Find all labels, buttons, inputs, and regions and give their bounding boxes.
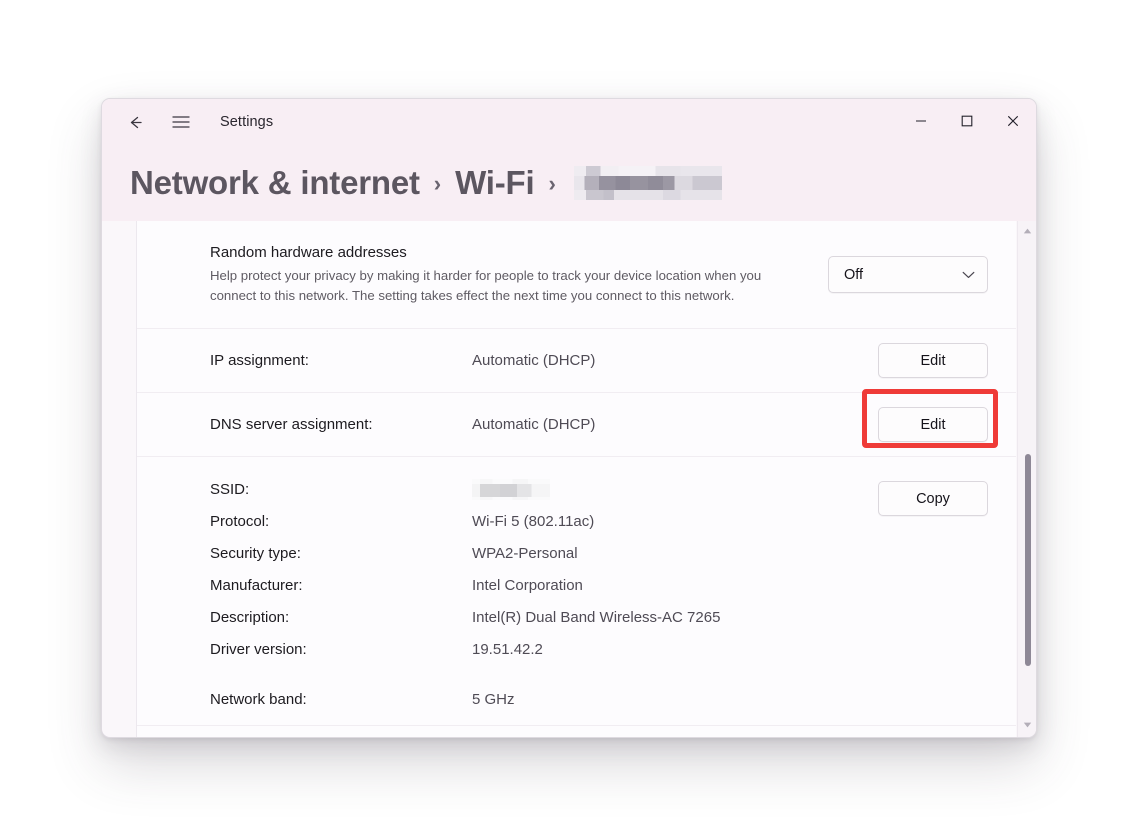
triangle-up-icon [1023,228,1031,234]
ip-assignment-label: IP assignment: [210,352,309,369]
random-hardware-text: Random hardware addresses Help protect y… [210,242,828,306]
random-hardware-dropdown-value: Off [844,266,864,283]
arrow-left-icon [130,116,142,128]
settings-window: Settings Network & internet › Wi-Fi › Ra… [101,98,1037,738]
property-value-ssid-redacted [472,478,550,500]
property-row-description: Description: Intel(R) Dual Band Wireless… [210,601,850,633]
copy-button-wrap: Copy [878,457,1016,516]
property-row-ssid: SSID: [210,473,850,505]
chevron-down-icon [962,268,975,282]
property-value: Wi-Fi 5 (802.11ac) [472,512,595,530]
scrollbar-thumb[interactable] [1025,454,1031,666]
dns-assignment-edit-button[interactable]: Edit [878,407,988,442]
breadcrumb-item-wifi[interactable]: Wi-Fi [455,164,535,202]
breadcrumb: Network & internet › Wi-Fi › [130,155,1016,211]
screenshot-canvas: Settings Network & internet › Wi-Fi › Ra… [0,0,1135,836]
property-row-security-type: Security type: WPA2-Personal [210,537,850,569]
scroll-down-button[interactable] [1018,717,1036,733]
dns-assignment-edit-wrap: Edit [862,389,998,448]
property-key: Protocol: [210,512,270,530]
close-button[interactable] [990,99,1036,143]
triangle-down-icon [1023,722,1031,728]
network-band-value: 5 GHz [472,690,515,708]
dns-assignment-row: DNS server assignment: Automatic (DHCP) … [137,389,1016,457]
dns-assignment-label: DNS server assignment: [210,416,373,433]
property-key: Manufacturer: [210,576,303,594]
property-value: WPA2-Personal [472,544,578,562]
hamburger-menu-icon [172,116,190,128]
minimize-button[interactable] [898,99,944,143]
settings-content-panel: Random hardware addresses Help protect y… [136,221,1016,737]
ip-assignment-edit-button[interactable]: Edit [878,343,988,378]
network-properties-list: SSID: Protocol: Wi-Fi 5 (802.11ac) Secur… [137,457,878,725]
property-row-manufacturer: Manufacturer: Intel Corporation [210,569,850,601]
close-icon [1007,115,1019,127]
property-value: 19.51.42.2 [472,640,543,658]
hamburger-menu-button[interactable] [162,107,200,137]
ip-assignment-row: IP assignment: Automatic (DHCP) Edit [137,329,1016,393]
breadcrumb-separator: › [433,171,442,196]
breadcrumb-separator: › [548,171,556,196]
back-button[interactable] [116,107,154,137]
vertical-scrollbar[interactable] [1017,221,1036,737]
random-hardware-addresses-row: Random hardware addresses Help protect y… [137,221,1016,329]
property-key: Security type: [210,544,301,562]
property-key: SSID: [210,480,250,498]
dns-assignment-value: Automatic (DHCP) [472,416,596,433]
network-band-label: Network band: [210,690,307,708]
property-value: Intel(R) Dual Band Wireless-AC 7265 [472,608,721,626]
breadcrumb-item-network[interactable]: Network & internet [130,164,420,202]
property-value: Intel Corporation [472,576,583,594]
window-controls [898,99,1036,143]
property-row-driver-version: Driver version: 19.51.42.2 [210,633,850,665]
network-band-row: Network band: 5 GHz [210,665,850,715]
breadcrumb-item-network-name-redacted [573,166,722,200]
property-key: Description: [210,608,290,626]
maximize-button[interactable] [944,99,990,143]
network-properties-section: SSID: Protocol: Wi-Fi 5 (802.11ac) Secur… [137,457,1016,726]
ip-assignment-value: Automatic (DHCP) [472,352,596,369]
random-hardware-description: Help protect your privacy by making it h… [210,267,762,304]
random-hardware-dropdown[interactable]: Off [828,256,988,293]
app-title: Settings [220,114,274,130]
maximize-icon [961,115,973,127]
copy-button[interactable]: Copy [878,481,988,516]
scroll-up-button[interactable] [1018,223,1036,239]
property-row-protocol: Protocol: Wi-Fi 5 (802.11ac) [210,505,850,537]
minimize-icon [916,120,926,122]
title-bar: Settings [102,99,1036,145]
random-hardware-title: Random hardware addresses [210,244,407,262]
window-chrome: Settings Network & internet › Wi-Fi › [102,99,1036,221]
property-key: Driver version: [210,640,307,658]
